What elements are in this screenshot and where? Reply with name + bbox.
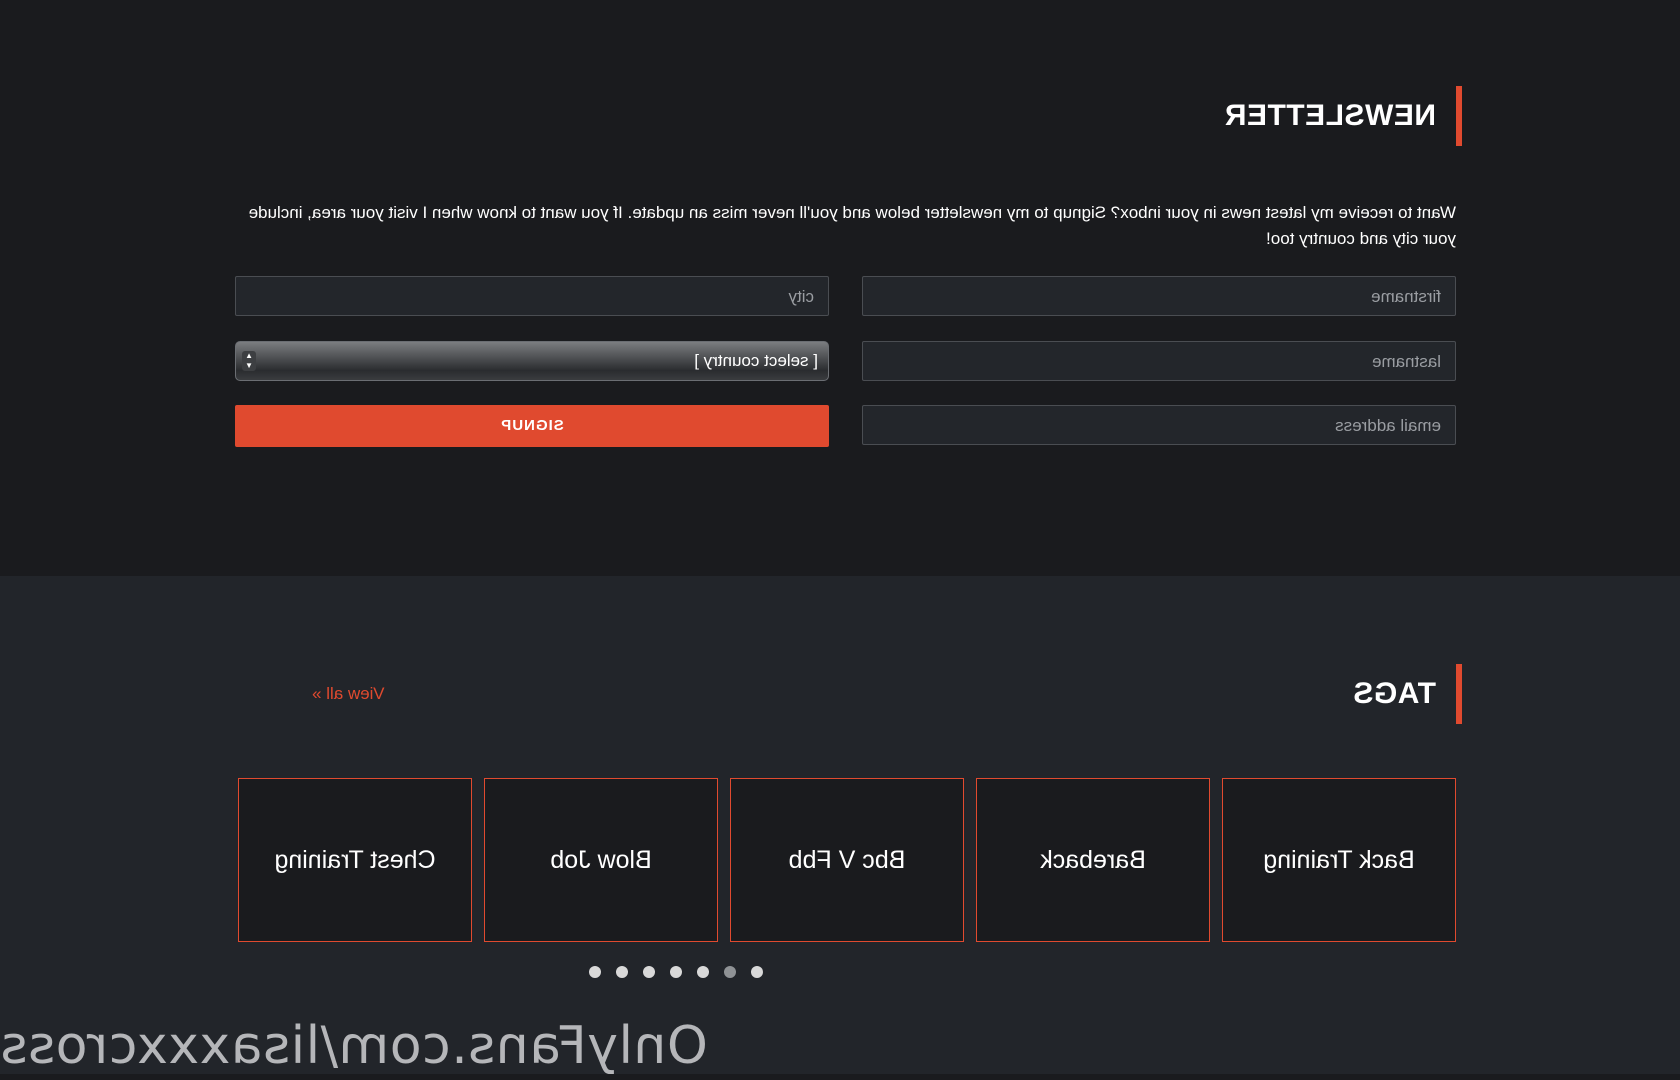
- carousel-dot[interactable]: [616, 966, 628, 978]
- newsletter-section: NEWSLETTER Want to receive my latest new…: [0, 0, 1680, 576]
- carousel-dot[interactable]: [697, 966, 709, 978]
- tag-label: Blow Job: [550, 845, 652, 874]
- tag-tile[interactable]: Chest Training: [238, 778, 472, 942]
- carousel-dot[interactable]: [724, 966, 736, 978]
- carousel-dot[interactable]: [589, 966, 601, 978]
- signup-button[interactable]: SIGNUP: [235, 405, 829, 447]
- page-root: NEWSLETTER Want to receive my latest new…: [0, 0, 1680, 1080]
- country-select[interactable]: [ select country ] ▲ ▼: [235, 341, 829, 381]
- lastname-input[interactable]: lastname: [862, 341, 1456, 381]
- tag-label: Back Training: [1263, 845, 1415, 874]
- select-arrows-icon: ▲ ▼: [242, 351, 256, 371]
- tag-label: Bareback: [1040, 845, 1146, 874]
- tags-section: TAGS View all » Back Training Bareback B…: [0, 576, 1680, 1080]
- city-input[interactable]: city: [235, 276, 829, 316]
- tag-tile[interactable]: Blow Job: [484, 778, 718, 942]
- watermark-text: OnlyFans.com/lisaxxxcross: [0, 1016, 708, 1076]
- newsletter-title: NEWSLETTER: [1224, 99, 1436, 132]
- newsletter-header: NEWSLETTER: [1224, 86, 1462, 146]
- tag-tiles: Back Training Bareback Bbc V Fbb Blow Jo…: [238, 778, 1456, 942]
- firstname-input[interactable]: firstname: [862, 276, 1456, 316]
- carousel-pagination: [589, 966, 763, 978]
- section-accent-bar: [1456, 86, 1462, 146]
- email-input[interactable]: email address: [862, 405, 1456, 445]
- country-select-value: [ select country ]: [694, 351, 818, 370]
- carousel-dot[interactable]: [643, 966, 655, 978]
- carousel-dot[interactable]: [670, 966, 682, 978]
- view-all-link[interactable]: View all »: [312, 684, 384, 704]
- tags-header: TAGS: [1353, 664, 1462, 724]
- tag-label: Chest Training: [274, 845, 436, 874]
- tag-label: Bbc V Fbb: [788, 845, 906, 874]
- tag-tile[interactable]: Bareback: [976, 778, 1210, 942]
- section-accent-bar: [1456, 664, 1462, 724]
- tag-tile[interactable]: Bbc V Fbb: [730, 778, 964, 942]
- newsletter-intro-text: Want to receive my latest news in your i…: [248, 203, 1456, 248]
- tags-title: TAGS: [1352, 677, 1436, 710]
- carousel-dot[interactable]: [751, 966, 763, 978]
- tag-tile[interactable]: Back Training: [1222, 778, 1456, 942]
